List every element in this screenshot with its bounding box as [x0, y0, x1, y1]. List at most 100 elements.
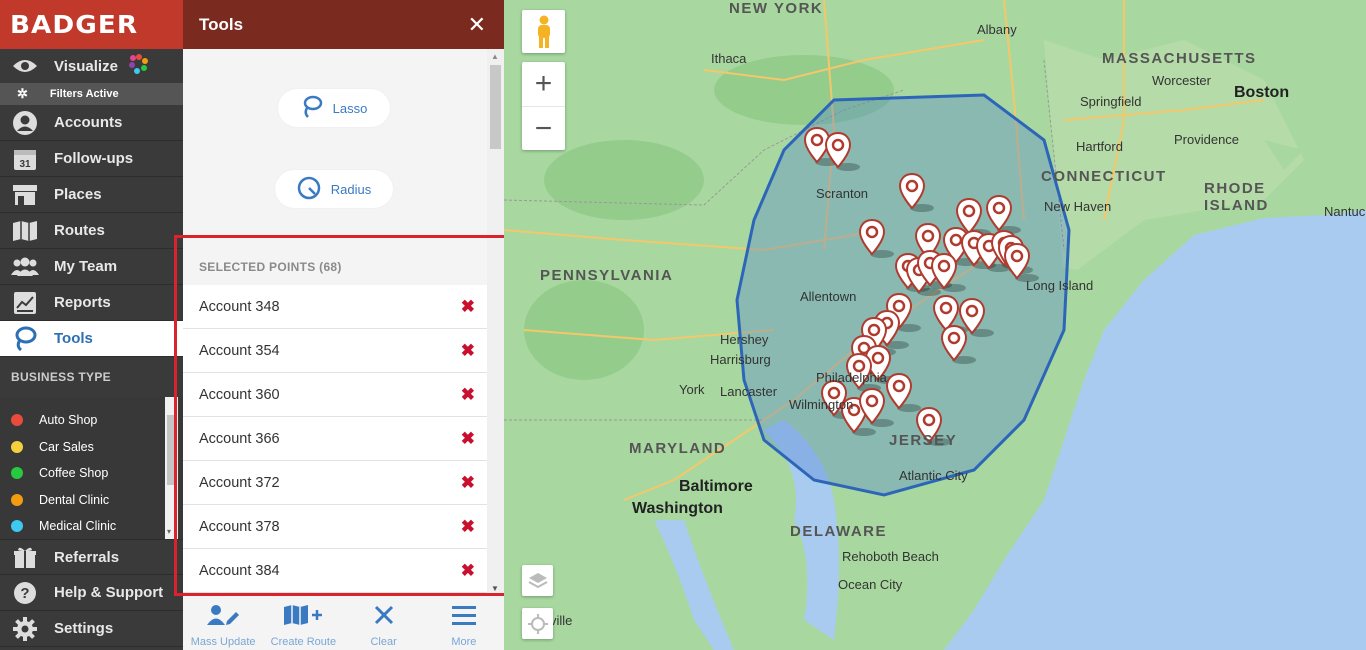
color-dot: [11, 493, 23, 506]
map-label: MARYLAND: [629, 440, 727, 457]
eye-icon: [11, 53, 39, 79]
map-label: ISLAND: [1204, 197, 1269, 214]
map-label: Scranton: [816, 186, 869, 201]
zoom-out-button[interactable]: −: [522, 106, 565, 150]
nav-help-support[interactable]: ? Help & Support: [0, 575, 183, 611]
map-pin-icon[interactable]: [898, 172, 934, 212]
list-item[interactable]: Account 366 ✖: [183, 417, 487, 461]
nav-my-team[interactable]: My Team: [0, 249, 183, 285]
more-label: More: [451, 636, 477, 648]
color-dot: [11, 520, 23, 533]
map-label: NEW YORK: [729, 0, 824, 17]
street-view-pegman-icon[interactable]: [522, 10, 565, 53]
chevron-down-icon: ▾: [167, 527, 172, 536]
business-type-item[interactable]: Coffee Shop: [0, 460, 183, 487]
nav-visualize-label: Visualize: [54, 57, 118, 75]
business-type-item[interactable]: Dental Clinic: [0, 487, 183, 514]
remove-icon[interactable]: ✖: [461, 561, 475, 581]
map-label: Worcester: [1152, 73, 1211, 88]
map-label: Allentown: [800, 289, 857, 304]
business-type-item[interactable]: Auto Shop: [0, 407, 183, 434]
business-type-list: Auto Shop Car Sales Coffee Shop Dental C…: [0, 397, 183, 539]
team-icon: [11, 254, 39, 280]
map-label: DELAWARE: [790, 523, 888, 540]
business-type-scrollbar[interactable]: ▾: [165, 397, 178, 539]
map-label: JERSEY: [889, 432, 958, 449]
close-icon[interactable]: ✕: [468, 12, 486, 38]
chevron-down-icon: ▼: [491, 584, 499, 593]
user-edit-icon: [207, 604, 240, 631]
tools-panel: Tools ✕ Lasso Radius SELECTED POINTS (68…: [183, 0, 504, 650]
zoom-in-button[interactable]: +: [522, 62, 565, 106]
badger-logo[interactable]: BADGER: [0, 0, 183, 49]
nav-routes[interactable]: Routes: [0, 213, 183, 249]
chevron-up-icon: ▲: [491, 52, 499, 61]
map-label: Harrisburg: [710, 352, 771, 367]
panel-title: Tools: [199, 14, 244, 34]
map-label: ville: [550, 613, 573, 628]
map-label: MASSACHUSETTS: [1102, 50, 1257, 67]
lasso-label: Lasso: [332, 100, 368, 116]
remove-icon[interactable]: ✖: [461, 473, 475, 493]
lasso-button[interactable]: Lasso: [278, 89, 390, 127]
left-nav: BADGER Visualize ✲ Filters Active Accoun…: [0, 0, 183, 650]
business-type-item[interactable]: Car Sales: [0, 434, 183, 461]
selected-points-header: SELECTED POINTS (68): [199, 260, 342, 274]
remove-icon[interactable]: ✖: [461, 341, 475, 361]
clear-label: Clear: [370, 636, 397, 648]
nav-reports-label: Reports: [54, 294, 111, 311]
locate-me-icon[interactable]: [522, 608, 553, 639]
remove-icon[interactable]: ✖: [461, 517, 475, 537]
zoom-controls: + −: [522, 62, 565, 150]
list-item[interactable]: Account 384 ✖: [183, 549, 487, 593]
nav-reports[interactable]: Reports: [0, 285, 183, 321]
map-label: Baltimore: [679, 478, 753, 495]
mass-update-button[interactable]: Mass Update: [183, 596, 263, 650]
nav-tools[interactable]: Tools: [0, 321, 183, 357]
map-label: PENNSYLVANIA: [540, 267, 674, 284]
clear-button[interactable]: Clear: [344, 596, 424, 650]
map-label: Nantucket: [1324, 204, 1366, 219]
radius-button[interactable]: Radius: [275, 170, 393, 208]
map-label: Boston: [1234, 84, 1290, 101]
nav-visualize[interactable]: Visualize: [0, 49, 183, 83]
more-button[interactable]: More: [424, 596, 504, 650]
color-dot: [11, 414, 23, 427]
map-pin-icon[interactable]: [858, 218, 894, 258]
layers-icon[interactable]: [522, 565, 553, 596]
list-item[interactable]: Account 354 ✖: [183, 329, 487, 373]
list-item[interactable]: Account 348 ✖: [183, 285, 487, 329]
nav-referrals[interactable]: Referrals: [0, 539, 183, 575]
filters-active-badge[interactable]: ✲ Filters Active: [0, 83, 183, 105]
map-pin-icon[interactable]: [885, 372, 921, 412]
panel-scrollbar[interactable]: ▲ ▼: [487, 49, 504, 596]
map-label: Philadelphia: [816, 370, 887, 385]
create-route-button[interactable]: Create Route: [263, 596, 343, 650]
nav-routes-label: Routes: [54, 222, 105, 239]
nav-followups[interactable]: 31 Follow-ups: [0, 141, 183, 177]
atom-icon: ✲: [17, 86, 28, 101]
map-label: York: [679, 382, 705, 397]
list-item[interactable]: Account 360 ✖: [183, 373, 487, 417]
business-type-item[interactable]: Medical Clinic: [0, 513, 183, 540]
color-dot: [11, 467, 23, 480]
nav-places[interactable]: Places: [0, 177, 183, 213]
map-label: RHODE: [1204, 180, 1266, 197]
map-pin-icon[interactable]: [985, 194, 1021, 234]
list-item[interactable]: Account 372 ✖: [183, 461, 487, 505]
list-item[interactable]: Account 378 ✖: [183, 505, 487, 549]
remove-icon[interactable]: ✖: [461, 297, 475, 317]
tools-panel-header: Tools ✕: [183, 0, 504, 49]
scrollbar-thumb[interactable]: [490, 65, 501, 149]
nav-settings[interactable]: Settings: [0, 611, 183, 647]
radius-label: Radius: [330, 181, 372, 197]
map-label: CONNECTICUT: [1041, 168, 1167, 185]
remove-icon[interactable]: ✖: [461, 385, 475, 405]
map-label: Ithaca: [711, 51, 747, 66]
map-pin-icon[interactable]: [1003, 242, 1039, 282]
nav-accounts[interactable]: Accounts: [0, 105, 183, 141]
remove-icon[interactable]: ✖: [461, 429, 475, 449]
map-canvas[interactable]: NEW YORK MASSACHUSETTS CONNECTICUT RHODE ISL…: [504, 0, 1366, 650]
map-label: Albany: [977, 22, 1017, 37]
map-plus-icon: [283, 604, 323, 631]
